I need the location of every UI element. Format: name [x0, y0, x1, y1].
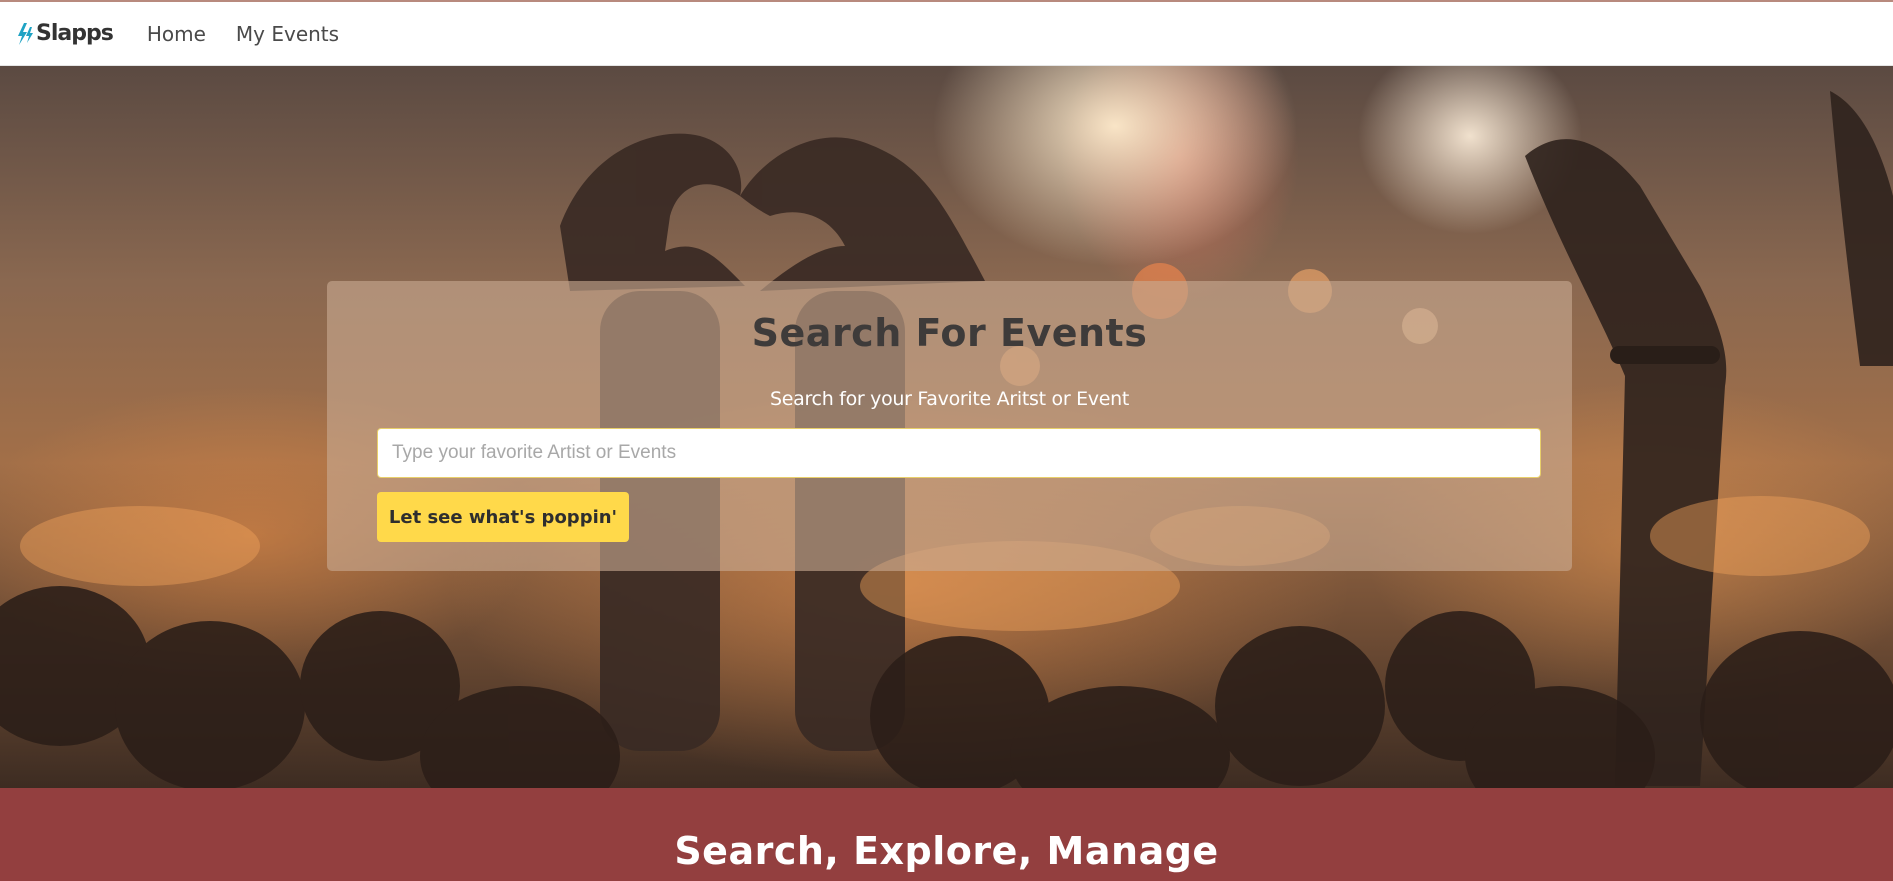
- banner-title: Search, Explore, Manage: [674, 829, 1219, 873]
- brand-name: Slapps: [36, 21, 114, 46]
- search-input[interactable]: [377, 428, 1541, 478]
- nav-link-my-events[interactable]: My Events: [236, 22, 339, 46]
- brand-logo[interactable]: Slapps: [16, 19, 114, 49]
- feature-banner: Search, Explore, Manage: [0, 788, 1893, 881]
- search-submit-button[interactable]: Let see what's poppin': [377, 492, 629, 542]
- search-subtitle: Search for your Favorite Aritst or Event: [769, 388, 1130, 410]
- hero-section: Search For Events Search for your Favori…: [0, 66, 1893, 788]
- bolt-logo-icon: [18, 22, 33, 45]
- search-card: Search For Events Search for your Favori…: [327, 281, 1572, 571]
- nav-link-home[interactable]: Home: [147, 22, 206, 46]
- search-title: Search For Events: [751, 311, 1148, 355]
- top-navbar: Slapps Home My Events: [0, 0, 1893, 66]
